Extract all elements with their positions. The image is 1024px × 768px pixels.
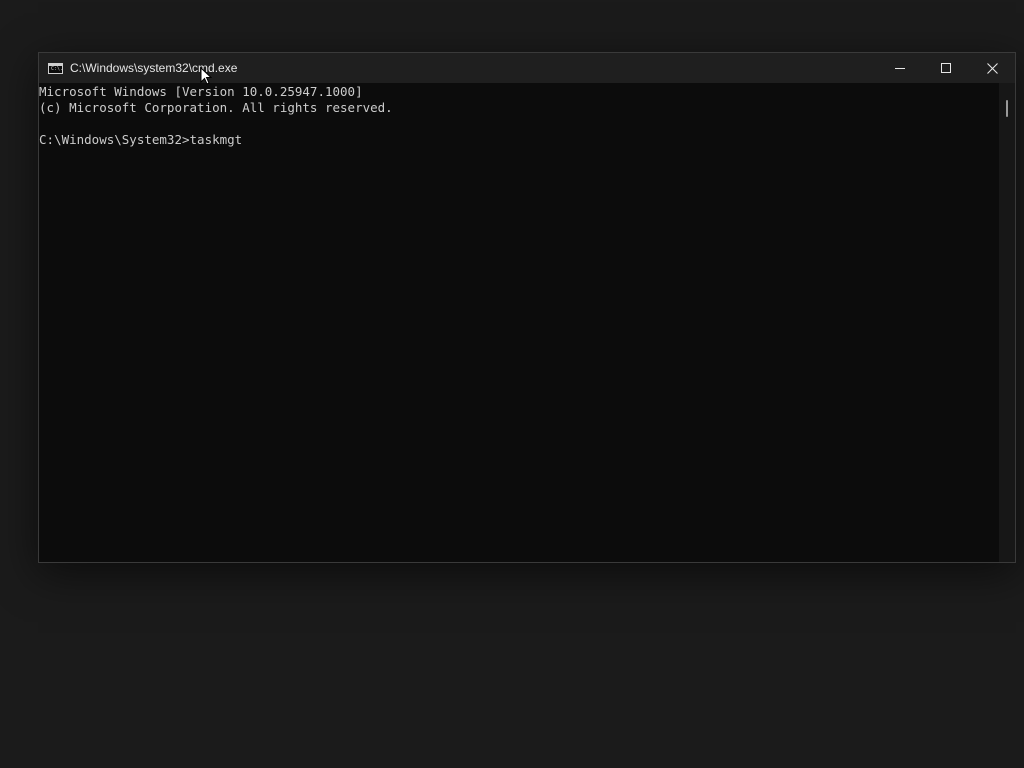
minimize-button[interactable] xyxy=(877,53,923,83)
window-controls xyxy=(877,53,1015,83)
console-line-version: Microsoft Windows [Version 10.0.25947.10… xyxy=(39,84,363,99)
maximize-icon xyxy=(941,63,951,73)
window-title: C:\Windows\system32\cmd.exe xyxy=(70,61,238,75)
maximize-button[interactable] xyxy=(923,53,969,83)
cmd-icon-label: C:\. xyxy=(51,65,64,72)
cmd-icon: C:\. xyxy=(48,62,64,74)
close-button[interactable] xyxy=(969,53,1015,83)
vertical-scrollbar[interactable] xyxy=(999,83,1015,562)
console-output[interactable]: Microsoft Windows [Version 10.0.25947.10… xyxy=(39,83,999,562)
console-line-copyright: (c) Microsoft Corporation. All rights re… xyxy=(39,100,393,115)
console-prompt-line[interactable]: C:\Windows\System32>taskmgt xyxy=(39,132,999,148)
scrollbar-thumb[interactable] xyxy=(1006,100,1008,117)
close-icon xyxy=(986,62,998,74)
title-bar[interactable]: C:\. C:\Windows\system32\cmd.exe xyxy=(39,53,1015,83)
desktop: C:\. C:\Windows\system32\cmd.exe Microso… xyxy=(0,0,1024,768)
minimize-icon xyxy=(895,68,905,69)
mouse-pointer-icon xyxy=(200,67,212,85)
cmd-window: C:\. C:\Windows\system32\cmd.exe Microso… xyxy=(38,52,1016,563)
